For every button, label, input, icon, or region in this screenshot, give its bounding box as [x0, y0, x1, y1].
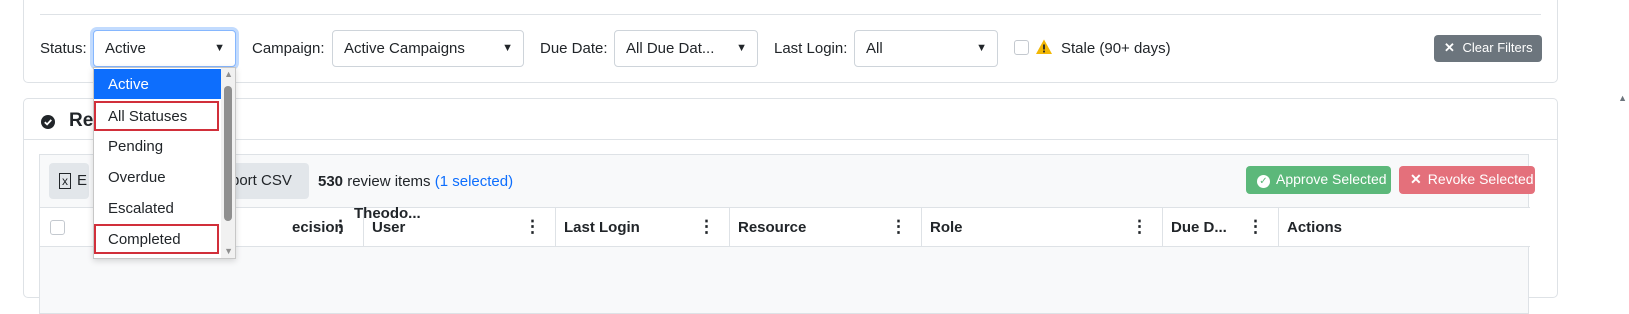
column-menu-icon[interactable]: ⋮	[1247, 217, 1264, 237]
warning-icon	[1036, 39, 1052, 54]
column-menu-icon[interactable]: ⋮	[1131, 217, 1148, 237]
campaign-label: Campaign:	[252, 40, 325, 57]
chevron-down-icon: ▼	[976, 42, 987, 54]
export-button[interactable]: xE	[49, 163, 89, 199]
column-actions: Actions	[1279, 208, 1530, 247]
status-option-overdue[interactable]: Overdue	[94, 162, 221, 192]
review-item-count: 530 review items (1 selected)	[318, 173, 513, 190]
scroll-up-icon[interactable]: ▲	[224, 69, 233, 79]
selected-count-link[interactable]: (1 selected)	[435, 173, 513, 190]
export-button-label: E	[77, 172, 88, 189]
column-role-label: Role	[930, 219, 963, 236]
stale-checkbox[interactable]	[1014, 40, 1029, 55]
select-all-checkbox[interactable]	[50, 220, 65, 235]
status-option-escalated[interactable]: Escalated	[94, 193, 221, 223]
clear-filters-button[interactable]: ✕ Clear Filters	[1434, 35, 1542, 62]
last-login-select[interactable]: All ▼	[854, 30, 998, 67]
close-icon: ✕	[1444, 40, 1455, 55]
table-header: ecision ⋮ User ⋮ Last Login ⋮ Resource ⋮…	[40, 207, 1530, 247]
first-row-user: Theodo...	[354, 205, 421, 222]
check-circle-icon	[41, 115, 55, 129]
status-option-pending[interactable]: Pending	[94, 131, 221, 161]
column-last-login[interactable]: Last Login ⋮	[556, 208, 730, 247]
status-select[interactable]: Active ▼	[93, 30, 236, 67]
column-role[interactable]: Role ⋮	[922, 208, 1163, 247]
status-option-active[interactable]: Active	[94, 69, 221, 99]
chevron-down-icon: ▼	[214, 42, 225, 54]
due-date-select[interactable]: All Due Dat... ▼	[614, 30, 758, 67]
scroll-down-icon[interactable]: ▼	[224, 246, 233, 256]
revoke-selected-button[interactable]: ✕ Revoke Selected	[1399, 166, 1535, 194]
last-login-select-value: All	[866, 40, 883, 57]
column-due-date-label: Due D...	[1171, 219, 1227, 236]
column-menu-icon[interactable]: ⋮	[698, 217, 715, 237]
approve-selected-button[interactable]: ✓ Approve Selected	[1246, 166, 1391, 194]
status-label: Status:	[40, 40, 87, 57]
status-select-value: Active	[105, 40, 146, 57]
revoke-selected-label: Revoke Selected	[1427, 171, 1534, 187]
status-dropdown-list: Active All Statuses Pending Overdue Esca…	[93, 67, 236, 259]
scroll-up-icon[interactable]: ▲	[1618, 93, 1627, 103]
due-date-select-value: All Due Dat...	[626, 40, 715, 57]
clear-filters-label: Clear Filters	[1462, 40, 1533, 55]
dropdown-scrollbar[interactable]: ▲ ▼	[221, 68, 235, 258]
divider	[40, 14, 1541, 15]
chevron-down-icon: ▼	[736, 42, 747, 54]
campaign-select[interactable]: Active Campaigns ▼	[332, 30, 524, 67]
column-resource[interactable]: Resource ⋮	[730, 208, 922, 247]
item-count-number: 530	[318, 173, 344, 190]
approve-selected-label: Approve Selected	[1276, 171, 1387, 187]
column-actions-label: Actions	[1287, 219, 1343, 236]
excel-file-icon: x	[59, 173, 71, 189]
divider	[24, 139, 1557, 140]
column-last-login-label: Last Login	[564, 219, 640, 236]
last-login-label: Last Login:	[774, 40, 848, 57]
due-date-label: Due Date:	[540, 40, 608, 57]
column-menu-icon[interactable]: ⋮	[332, 217, 349, 237]
column-menu-icon[interactable]: ⋮	[524, 217, 541, 237]
check-circle-icon: ✓	[1257, 175, 1270, 188]
campaign-select-value: Active Campaigns	[344, 40, 465, 57]
export-csv-label: port CSV	[231, 172, 292, 189]
scrollbar-thumb[interactable]	[224, 86, 232, 221]
column-due-date[interactable]: Due D... ⋮	[1163, 208, 1279, 247]
chevron-down-icon: ▼	[502, 42, 513, 54]
column-resource-label: Resource	[738, 219, 807, 236]
close-icon: ✕	[1410, 171, 1422, 187]
status-option-completed[interactable]: Completed	[94, 224, 219, 254]
column-menu-icon[interactable]: ⋮	[890, 217, 907, 237]
review-card: Rev xE port CSV 530 review items (1 sele…	[23, 98, 1558, 314]
review-table-panel: xE port CSV 530 review items (1 selected…	[39, 154, 1535, 314]
stale-label: Stale (90+ days)	[1061, 40, 1171, 57]
item-count-suffix: review items	[343, 173, 435, 190]
status-option-all-statuses[interactable]: All Statuses	[94, 101, 219, 131]
